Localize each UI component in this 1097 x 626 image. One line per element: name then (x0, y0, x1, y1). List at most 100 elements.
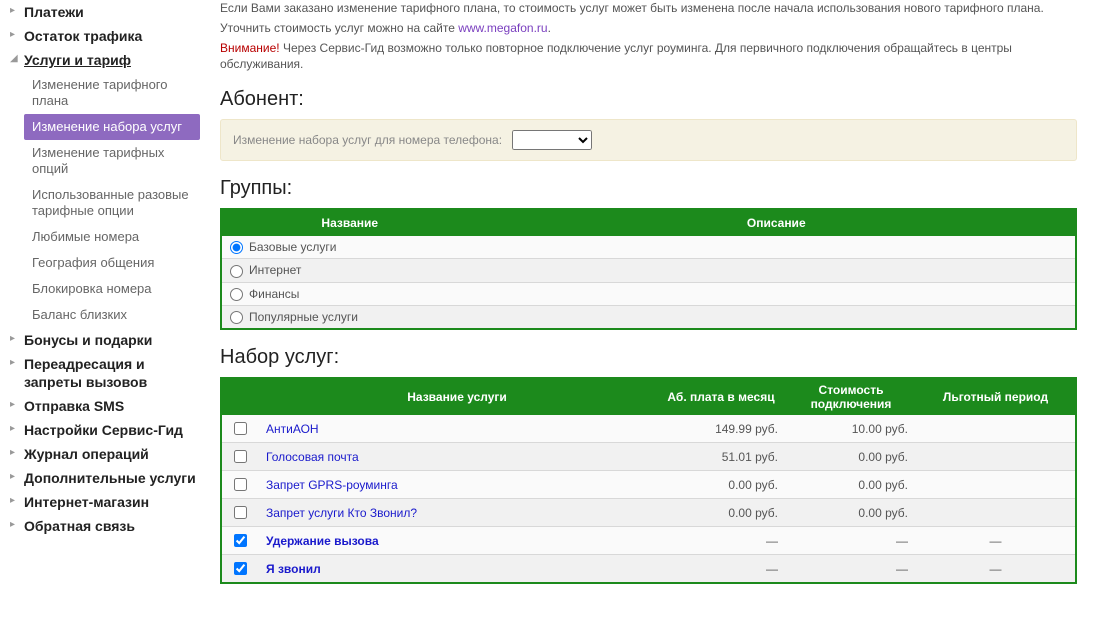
subnav-item[interactable]: Изменение тарифных опций (24, 140, 200, 182)
phone-number-bar: Изменение набора услуг для номера телефо… (220, 119, 1077, 161)
groups-table: Название Описание Базовые услуги Интернет… (220, 208, 1077, 330)
service-fee: 0.00 руб. (656, 471, 786, 499)
service-row: АнтиАОН 149.99 руб.10.00 руб. (221, 415, 1076, 443)
group-radio[interactable] (230, 241, 243, 254)
subnav-item[interactable]: Изменение набора услуг (24, 114, 200, 140)
chevron-right-icon: ▸ (10, 421, 24, 437)
group-name: Интернет (249, 263, 301, 277)
service-name-link[interactable]: АнтиАОН (266, 422, 319, 436)
service-fee: — (656, 527, 786, 555)
service-name-link[interactable]: Запрет услуги Кто Звонил? (266, 506, 417, 520)
service-name-link[interactable]: Удержание вызова (266, 534, 379, 548)
chevron-right-icon: ▸ (10, 493, 24, 509)
group-row[interactable]: Популярные услуги (221, 305, 1076, 329)
chevron-right-icon: ▸ (10, 517, 24, 533)
info-line-2-suffix: . (548, 21, 551, 35)
service-checkbox[interactable] (234, 450, 247, 463)
subnav-item[interactable]: Изменение тарифного плана (24, 72, 200, 114)
group-radio[interactable] (230, 311, 243, 324)
info-line-1: Если Вами заказано изменение тарифного п… (220, 0, 1077, 16)
service-period (916, 443, 1076, 471)
service-period (916, 499, 1076, 527)
nav-item[interactable]: ▸Интернет-магазин (10, 490, 200, 514)
chevron-right-icon: ▸ (10, 445, 24, 461)
group-radio[interactable] (230, 288, 243, 301)
chevron-right-icon: ▸ (10, 27, 24, 43)
nav-item[interactable]: ▸Обратная связь (10, 514, 200, 538)
nav-label: Переадресация и запреты вызовов (24, 355, 200, 391)
service-cost: — (786, 555, 916, 584)
service-row: Запрет GPRS-роуминга 0.00 руб.0.00 руб. (221, 471, 1076, 499)
nav-item[interactable]: ▸Платежи (10, 0, 200, 24)
group-radio[interactable] (230, 265, 243, 278)
nav-item[interactable]: ◢Услуги и тариф (10, 48, 200, 72)
service-row: Голосовая почта 51.01 руб.0.00 руб. (221, 443, 1076, 471)
service-cost: 0.00 руб. (786, 471, 916, 499)
group-row[interactable]: Финансы (221, 282, 1076, 305)
service-fee: 149.99 руб. (656, 415, 786, 443)
service-fee: 51.01 руб. (656, 443, 786, 471)
service-fee: — (656, 555, 786, 584)
groups-header-desc: Описание (478, 209, 1077, 236)
subnav-item[interactable]: География общения (24, 250, 200, 276)
nav-label: Отправка SMS (24, 397, 124, 415)
services-header-fee: Аб. плата в месяц (656, 378, 786, 415)
service-cost: — (786, 527, 916, 555)
nav-label: Настройки Сервис-Гид (24, 421, 183, 439)
service-checkbox[interactable] (234, 534, 247, 547)
service-period (916, 415, 1076, 443)
nav-item[interactable]: ▸Журнал операций (10, 442, 200, 466)
groups-header-name: Название (221, 209, 478, 236)
nav-label: Журнал операций (24, 445, 149, 463)
subnav-item[interactable]: Блокировка номера (24, 276, 200, 302)
info-line-2-prefix: Уточнить стоимость услуг можно на сайте (220, 21, 458, 35)
nav-label: Дополнительные услуги (24, 469, 196, 487)
megafon-link[interactable]: www.megafon.ru (458, 21, 547, 35)
nav-item[interactable]: ▸Отправка SMS (10, 394, 200, 418)
service-checkbox[interactable] (234, 506, 247, 519)
nav-label: Платежи (24, 3, 84, 21)
group-row[interactable]: Базовые услуги (221, 236, 1076, 259)
main-content: Если Вами заказано изменение тарифного п… (210, 0, 1097, 604)
nav-item[interactable]: ▸Остаток трафика (10, 24, 200, 48)
phone-number-select[interactable] (512, 130, 592, 150)
chevron-right-icon: ▸ (10, 331, 24, 347)
service-name-link[interactable]: Запрет GPRS-роуминга (266, 478, 398, 492)
chevron-right-icon: ▸ (10, 355, 24, 371)
chevron-down-icon: ◢ (10, 51, 24, 67)
services-header-period: Льготный период (916, 378, 1076, 415)
chevron-right-icon: ▸ (10, 397, 24, 413)
nav-item[interactable]: ▸Дополнительные услуги (10, 466, 200, 490)
services-header-cost: Стоимость подключения (786, 378, 916, 415)
chevron-right-icon: ▸ (10, 3, 24, 19)
service-checkbox[interactable] (234, 478, 247, 491)
group-row[interactable]: Интернет (221, 259, 1076, 282)
nav-item[interactable]: ▸Бонусы и подарки (10, 328, 200, 352)
service-cost: 0.00 руб. (786, 443, 916, 471)
nav-label: Интернет-магазин (24, 493, 149, 511)
service-cost: 10.00 руб. (786, 415, 916, 443)
service-name-link[interactable]: Голосовая почта (266, 450, 359, 464)
subnav-item[interactable]: Использованные разовые тарифные опции (24, 182, 200, 224)
service-period: — (916, 527, 1076, 555)
nav-item[interactable]: ▸Переадресация и запреты вызовов (10, 352, 200, 394)
subnav-item[interactable]: Любимые номера (24, 224, 200, 250)
nav-label: Обратная связь (24, 517, 135, 535)
service-name-link[interactable]: Я звонил (266, 562, 321, 576)
service-row: Я звонил——— (221, 555, 1076, 584)
services-header-checkbox (221, 378, 258, 415)
warning-text: Через Сервис-Гид возможно только повторн… (220, 41, 1012, 71)
nav-item[interactable]: ▸Настройки Сервис-Гид (10, 418, 200, 442)
service-row: Запрет услуги Кто Звонил?0.00 руб.0.00 р… (221, 499, 1076, 527)
service-cost: 0.00 руб. (786, 499, 916, 527)
service-row: Удержание вызова——— (221, 527, 1076, 555)
warning-line: Внимание! Через Сервис-Гид возможно толь… (220, 40, 1077, 72)
service-checkbox[interactable] (234, 562, 247, 575)
subnav-item[interactable]: Баланс близких (24, 302, 200, 328)
section-subscriber-title: Абонент: (220, 88, 1077, 111)
group-name: Базовые услуги (249, 240, 336, 254)
service-checkbox[interactable] (234, 422, 247, 435)
section-services-title: Набор услуг: (220, 346, 1077, 369)
service-period: — (916, 555, 1076, 584)
info-line-2: Уточнить стоимость услуг можно на сайте … (220, 20, 1077, 36)
